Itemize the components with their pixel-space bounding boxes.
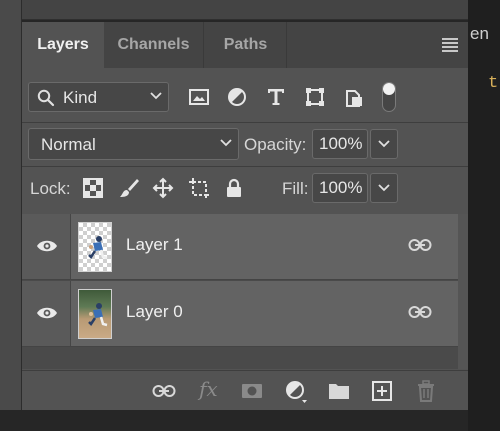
opacity-label: Opacity: [244, 135, 307, 154]
add-mask-icon[interactable] [240, 379, 264, 403]
document-text-fragment: en [470, 24, 489, 43]
opacity-dropdown-button[interactable] [370, 129, 398, 159]
delete-layer-icon[interactable] [414, 379, 438, 403]
chevron-down-icon [220, 139, 232, 147]
prevent-auto-nesting-icon[interactable] [188, 177, 210, 199]
tab-channels[interactable]: Channels [104, 22, 204, 68]
divider [22, 166, 468, 167]
layer-thumbnail [78, 222, 112, 272]
layer-thumbnail [78, 289, 112, 339]
visibility-toggle[interactable] [22, 281, 71, 346]
opacity-input[interactable]: 100% [312, 129, 368, 159]
lock-position-icon[interactable] [152, 177, 174, 199]
link-icon[interactable] [408, 303, 432, 321]
layer-filter-row: Kind [22, 78, 468, 118]
new-group-icon[interactable] [327, 379, 351, 403]
link-layers-icon[interactable] [152, 379, 176, 403]
document-area-edge [468, 0, 500, 431]
fill-dropdown-button[interactable] [370, 173, 398, 203]
fill-label: Fill: [282, 179, 309, 198]
blend-mode-select[interactable]: Normal [28, 128, 239, 160]
filter-kind-select[interactable]: Kind [28, 82, 169, 112]
new-adjustment-layer-icon[interactable] [284, 379, 308, 403]
lock-image-pixels-icon[interactable] [118, 177, 140, 199]
tab-layers[interactable]: Layers [22, 22, 104, 68]
layer-name[interactable]: Layer 1 [126, 235, 183, 255]
search-icon [37, 89, 55, 107]
link-icon[interactable] [408, 236, 432, 254]
chevron-down-icon [378, 184, 390, 192]
blend-row: Normal Opacity: 100% [22, 128, 468, 162]
filter-toggle[interactable] [382, 82, 396, 112]
player-photo-icon [88, 303, 108, 327]
layers-scrollbar[interactable] [458, 214, 468, 369]
eye-icon [37, 307, 57, 319]
filter-toggle-knob [383, 83, 395, 95]
adjustment-filter-icon[interactable] [226, 86, 248, 108]
panel-tabs: Layers Channels Paths [22, 22, 468, 68]
left-panel-edge [0, 0, 22, 410]
lock-label: Lock: [30, 179, 71, 198]
smart-object-filter-icon[interactable] [343, 86, 365, 108]
divider [22, 122, 468, 123]
panel-footer-toolbar: fx [22, 370, 468, 410]
chevron-down-icon [150, 92, 162, 100]
layer-name[interactable]: Layer 0 [126, 302, 183, 322]
tab-paths[interactable]: Paths [205, 22, 287, 68]
document-text-glyph: t [488, 74, 499, 93]
blend-mode-value: Normal [41, 135, 96, 154]
lock-all-icon[interactable] [223, 177, 245, 199]
lock-row: Lock: Fill: 100% [22, 172, 468, 206]
eye-icon [37, 240, 57, 252]
player-figure-icon [88, 236, 108, 260]
layer-row[interactable]: Layer 0 [22, 281, 458, 347]
filter-kind-label: Kind [63, 88, 98, 107]
chevron-down-icon [378, 140, 390, 148]
type-filter-icon[interactable] [265, 86, 287, 108]
fill-input[interactable]: 100% [312, 173, 368, 203]
new-layer-icon[interactable] [370, 379, 394, 403]
shape-filter-icon[interactable] [304, 86, 326, 108]
layers-panel: Layers Channels Paths Kind Normal Opacit… [22, 22, 468, 410]
image-filter-icon[interactable] [188, 86, 210, 108]
panel-menu-icon[interactable] [442, 38, 458, 52]
fx-icon[interactable]: fx [199, 377, 218, 401]
layers-list: Layer 1 Layer 0 [22, 214, 468, 369]
top-panel-strip [22, 0, 468, 20]
lock-transparent-pixels-icon[interactable] [82, 177, 104, 199]
visibility-toggle[interactable] [22, 214, 71, 279]
layer-row[interactable]: Layer 1 [22, 214, 458, 280]
